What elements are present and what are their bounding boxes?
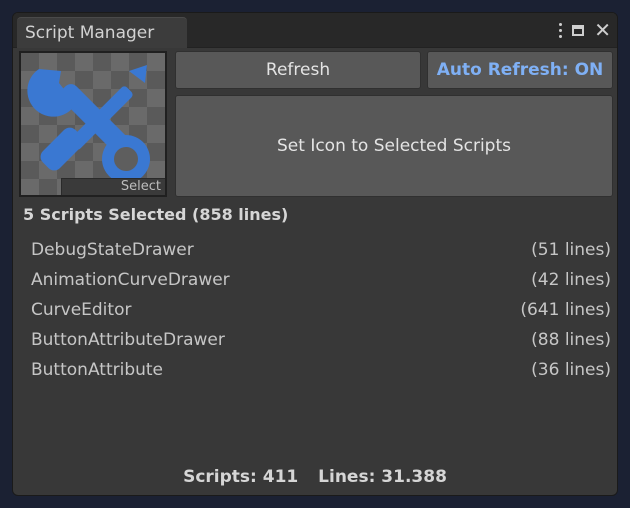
script-name: CurveEditor — [31, 300, 132, 320]
select-button[interactable]: Select — [61, 178, 165, 195]
wrench-screwdriver-icon — [27, 65, 150, 183]
script-name: ButtonAttributeDrawer — [31, 330, 225, 350]
script-line-count: (88 lines) — [531, 330, 611, 350]
script-line-count: (36 lines) — [531, 360, 611, 380]
set-icon-button[interactable]: Set Icon to Selected Scripts — [175, 95, 613, 197]
total-lines-count: Lines: 31.388 — [318, 467, 447, 487]
close-icon[interactable]: ✕ — [594, 20, 611, 40]
icon-preview[interactable]: Select — [19, 51, 167, 197]
tab-bar: Script Manager ✕ — [13, 13, 617, 48]
script-name: DebugStateDrawer — [31, 240, 194, 260]
script-line-count: (42 lines) — [531, 270, 611, 290]
auto-refresh-toggle[interactable]: Auto Refresh: ON — [427, 51, 613, 89]
selection-summary: 5 Scripts Selected (858 lines) — [23, 205, 289, 224]
kebab-menu-icon[interactable] — [558, 22, 562, 38]
script-name: AnimationCurveDrawer — [31, 270, 230, 290]
list-item[interactable]: DebugStateDrawer (51 lines) — [31, 235, 611, 265]
script-line-count: (51 lines) — [531, 240, 611, 260]
script-name: ButtonAttribute — [31, 360, 164, 380]
script-manager-window: Script Manager ✕ Select Refresh Auto Ref… — [12, 12, 618, 496]
list-item[interactable]: CurveEditor (641 lines) — [31, 295, 611, 325]
list-item[interactable]: ButtonAttribute (36 lines) — [31, 355, 611, 385]
refresh-button[interactable]: Refresh — [175, 51, 421, 89]
tab-script-manager[interactable]: Script Manager — [17, 17, 187, 48]
status-footer: Scripts: 411 Lines: 31.388 — [13, 467, 617, 487]
window-controls: ✕ — [558, 17, 611, 43]
total-scripts-count: Scripts: 411 — [183, 467, 299, 487]
script-line-count: (641 lines) — [520, 300, 611, 320]
list-item[interactable]: ButtonAttributeDrawer (88 lines) — [31, 325, 611, 355]
selected-scripts-list: DebugStateDrawer (51 lines) AnimationCur… — [31, 235, 611, 385]
maximize-icon[interactable] — [572, 24, 585, 36]
list-item[interactable]: AnimationCurveDrawer (42 lines) — [31, 265, 611, 295]
